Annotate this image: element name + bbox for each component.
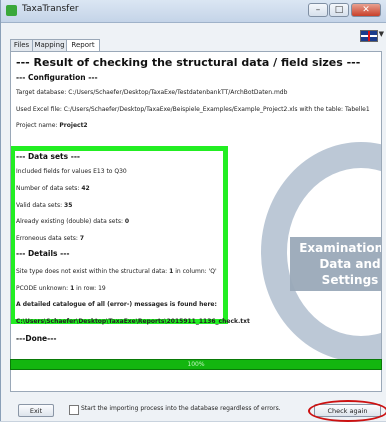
site-type-value: 1 [169,268,174,275]
done-line: ---Done--- [16,334,57,343]
language-flag-icon[interactable] [360,30,378,42]
title-bar: TaxaTransfer – □ ✕ [1,0,386,23]
chevron-down-icon[interactable]: ▼ [379,30,384,38]
target-database-line: Target database: C:/Users/Schaefer/Deskt… [16,89,288,96]
details-title: --- Details --- [16,249,70,258]
report-header: --- Result of checking the structural da… [16,56,361,69]
overlay-note: Examination of Data and Settings [290,237,381,291]
pcode-label: PCODE unknown: [16,285,69,292]
erroneous-label: Erroneous data sets: [16,235,78,242]
configuration-title: --- Configuration --- [16,73,98,82]
number-label: Number of data sets: [16,185,80,192]
erroneous-value: 7 [79,235,85,242]
datasets-title: --- Data sets --- [16,152,81,161]
double-label: Already existing (double) data sets: [16,218,123,225]
pcode-value: 1 [70,285,75,292]
excel-file-line: Used Excel file: C:/Users/Schaefer/Deskt… [16,106,370,113]
project-name-value: Project2 [59,122,88,129]
erroneous-datasets-line: Erroneous data sets: 7 [16,235,84,242]
valid-datasets-line: Valid data sets: 35 [16,202,72,209]
progress-label: 100% [187,361,205,368]
maximize-button[interactable]: □ [329,3,349,17]
double-datasets-line: Already existing (double) data sets: 0 [16,218,129,225]
app-icon [6,5,17,16]
number-value: 42 [81,185,90,192]
site-type-text: Site type does not exist within the stru… [16,268,168,275]
catalogue-line: A detailed catalogue of all (error-) mes… [16,301,217,308]
site-type-column: in column: 'Q' [175,268,217,275]
progress-bar: 100% [10,359,382,370]
project-name-label: Project name: [16,122,58,129]
ignore-errors-checkbox[interactable] [69,405,79,415]
close-button[interactable]: ✕ [351,3,381,17]
highlight-ring [308,400,386,422]
valid-label: Valid data sets: [16,202,63,209]
exit-button[interactable]: Exit [18,404,54,417]
pcode-line: PCODE unknown: 1 in row: 19 [16,285,106,292]
catalogue-path: C:\Users\Schaefer\Desktop\TaxaExe\Report… [16,318,250,325]
site-type-line: Site type does not exist within the stru… [16,268,217,275]
window-title: TaxaTransfer [22,4,79,14]
report-panel: --- Result of checking the structural da… [10,51,382,392]
tab-files[interactable]: Files [10,39,33,51]
valid-value: 35 [64,202,73,209]
pcode-row: in row: 19 [76,285,106,292]
number-datasets-line: Number of data sets: 42 [16,185,90,192]
main-window: TaxaTransfer – □ ✕ ▼ Files Mapping Repor… [0,0,386,422]
included-fields-line: Included fields for values E13 to Q30 [16,168,127,175]
double-value: 0 [124,218,130,225]
ignore-errors-label: Start the importing process into the dat… [81,405,281,412]
minimize-button[interactable]: – [308,3,328,17]
tab-mapping[interactable]: Mapping [32,39,67,51]
project-name-line: Project name: Project2 [16,122,88,129]
